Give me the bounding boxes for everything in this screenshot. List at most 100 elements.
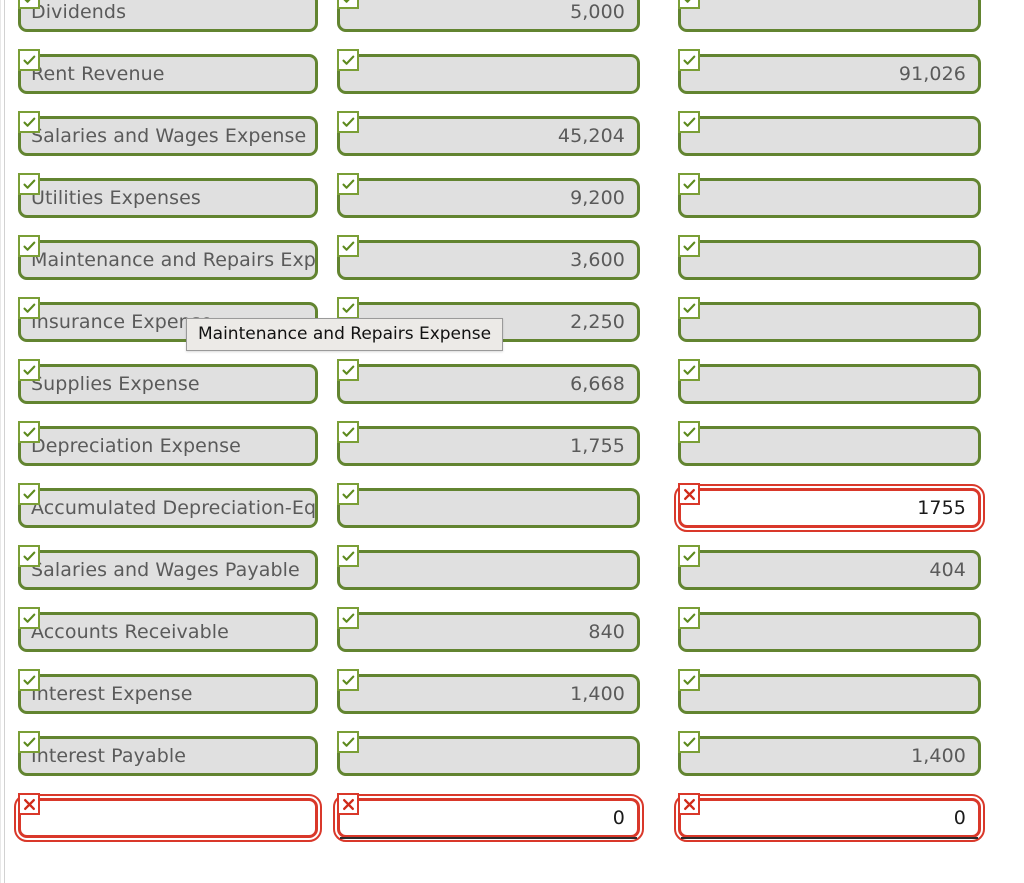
check-icon: [678, 235, 700, 257]
check-icon: [678, 421, 700, 443]
check-icon: [18, 483, 40, 505]
check-icon: [18, 235, 40, 257]
check-icon: [18, 173, 40, 195]
credit-input[interactable]: 91,026: [678, 49, 981, 94]
check-icon: [678, 669, 700, 691]
worksheet-row: Interest Payable 1,400: [0, 728, 1024, 790]
check-icon: [678, 545, 700, 567]
account-value: Depreciation Expense: [31, 435, 241, 457]
check-icon: [337, 731, 359, 753]
check-icon: [337, 235, 359, 257]
credit-input[interactable]: [678, 0, 981, 32]
check-icon: [18, 0, 40, 9]
check-icon: [18, 421, 40, 443]
debit-input[interactable]: 1,400: [337, 669, 640, 714]
check-icon: [337, 421, 359, 443]
worksheet-row: 00: [0, 790, 1024, 852]
account-input[interactable]: [14, 793, 322, 842]
debit-value: 0: [612, 807, 625, 829]
account-input[interactable]: Salaries and Wages Expense: [18, 111, 318, 156]
credit-value: 91,026: [898, 63, 966, 85]
check-icon: [678, 173, 700, 195]
debit-input[interactable]: 45,204: [337, 111, 640, 156]
check-icon: [18, 607, 40, 629]
check-icon: [18, 111, 40, 133]
account-value: Salaries and Wages Expense: [31, 125, 307, 147]
check-icon: [678, 359, 700, 381]
account-input[interactable]: Supplies Expense: [18, 359, 318, 404]
worksheet-row: Supplies Expense 6,668: [0, 356, 1024, 418]
worksheet-row: Salaries and Wages Expense 45,204: [0, 108, 1024, 170]
debit-value: 840: [588, 621, 625, 643]
debit-input[interactable]: 1,755: [337, 421, 640, 466]
account-input[interactable]: Interest Expense: [18, 669, 318, 714]
x-icon: [18, 793, 40, 815]
account-input[interactable]: Dividends: [18, 0, 318, 32]
check-icon: [678, 49, 700, 71]
debit-input[interactable]: 5,000: [337, 0, 640, 32]
account-input[interactable]: Salaries and Wages Payable: [18, 545, 318, 590]
worksheet-row: Accounts Receivable 840: [0, 604, 1024, 666]
worksheet-row: Maintenance and Repairs Expense 3,600: [0, 232, 1024, 294]
credit-input[interactable]: [678, 421, 981, 466]
credit-input[interactable]: [678, 359, 981, 404]
check-icon: [18, 731, 40, 753]
credit-input[interactable]: 0: [674, 793, 985, 842]
worksheet-row: Depreciation Expense 1,755: [0, 418, 1024, 480]
trial-balance-worksheet: Dividends 5,000 Rent Revenue 91,026 Salaries…: [0, 0, 1024, 883]
account-input[interactable]: Accounts Receivable: [18, 607, 318, 652]
account-input[interactable]: Utilities Expenses: [18, 173, 318, 218]
account-input[interactable]: Rent Revenue: [18, 49, 318, 94]
check-icon: [678, 607, 700, 629]
check-icon: [18, 49, 40, 71]
worksheet-row: Interest Expense 1,400: [0, 666, 1024, 728]
check-icon: [337, 111, 359, 133]
debit-input[interactable]: 3,600: [337, 235, 640, 280]
worksheet-row: Accumulated Depreciation-Equipment 1755: [0, 480, 1024, 542]
debit-input[interactable]: [337, 49, 640, 94]
check-icon: [678, 0, 700, 9]
worksheet-row: Rent Revenue 91,026: [0, 46, 1024, 108]
check-icon: [337, 49, 359, 71]
debit-input[interactable]: [337, 545, 640, 590]
account-input[interactable]: Depreciation Expense: [18, 421, 318, 466]
check-icon: [337, 173, 359, 195]
credit-input[interactable]: [678, 669, 981, 714]
credit-input[interactable]: [678, 235, 981, 280]
account-value: Supplies Expense: [31, 373, 200, 395]
credit-value: 0: [953, 807, 966, 829]
worksheet-row: Salaries and Wages Payable 404: [0, 542, 1024, 604]
account-input[interactable]: Maintenance and Repairs Expense: [18, 235, 318, 280]
debit-input[interactable]: 6,668: [337, 359, 640, 404]
credit-input[interactable]: 1755: [674, 483, 985, 532]
debit-value: 45,204: [557, 125, 625, 147]
credit-input[interactable]: [678, 173, 981, 218]
check-icon: [337, 297, 359, 319]
check-icon: [678, 297, 700, 319]
credit-input[interactable]: [678, 297, 981, 342]
credit-input[interactable]: 404: [678, 545, 981, 590]
debit-input[interactable]: 0: [333, 793, 644, 842]
check-icon: [678, 111, 700, 133]
account-value: Interest Payable: [31, 745, 187, 767]
check-icon: [337, 607, 359, 629]
debit-input[interactable]: [337, 731, 640, 776]
subtotal-rule: [681, 837, 978, 839]
credit-input[interactable]: [678, 607, 981, 652]
debit-input[interactable]: 9,200: [337, 173, 640, 218]
credit-input[interactable]: 1,400: [678, 731, 981, 776]
debit-value: 1,400: [570, 683, 625, 705]
account-input[interactable]: Interest Payable: [18, 731, 318, 776]
debit-input[interactable]: 840: [337, 607, 640, 652]
account-value: Accumulated Depreciation-Equipment: [31, 497, 315, 519]
x-icon: [678, 793, 700, 815]
check-icon: [18, 297, 40, 319]
check-icon: [337, 545, 359, 567]
subtotal-rule: [340, 837, 637, 839]
debit-input[interactable]: [337, 483, 640, 528]
credit-value: 1,400: [911, 745, 966, 767]
credit-input[interactable]: [678, 111, 981, 156]
account-input[interactable]: Accumulated Depreciation-Equipment: [18, 483, 318, 528]
check-icon: [337, 483, 359, 505]
check-icon: [678, 731, 700, 753]
